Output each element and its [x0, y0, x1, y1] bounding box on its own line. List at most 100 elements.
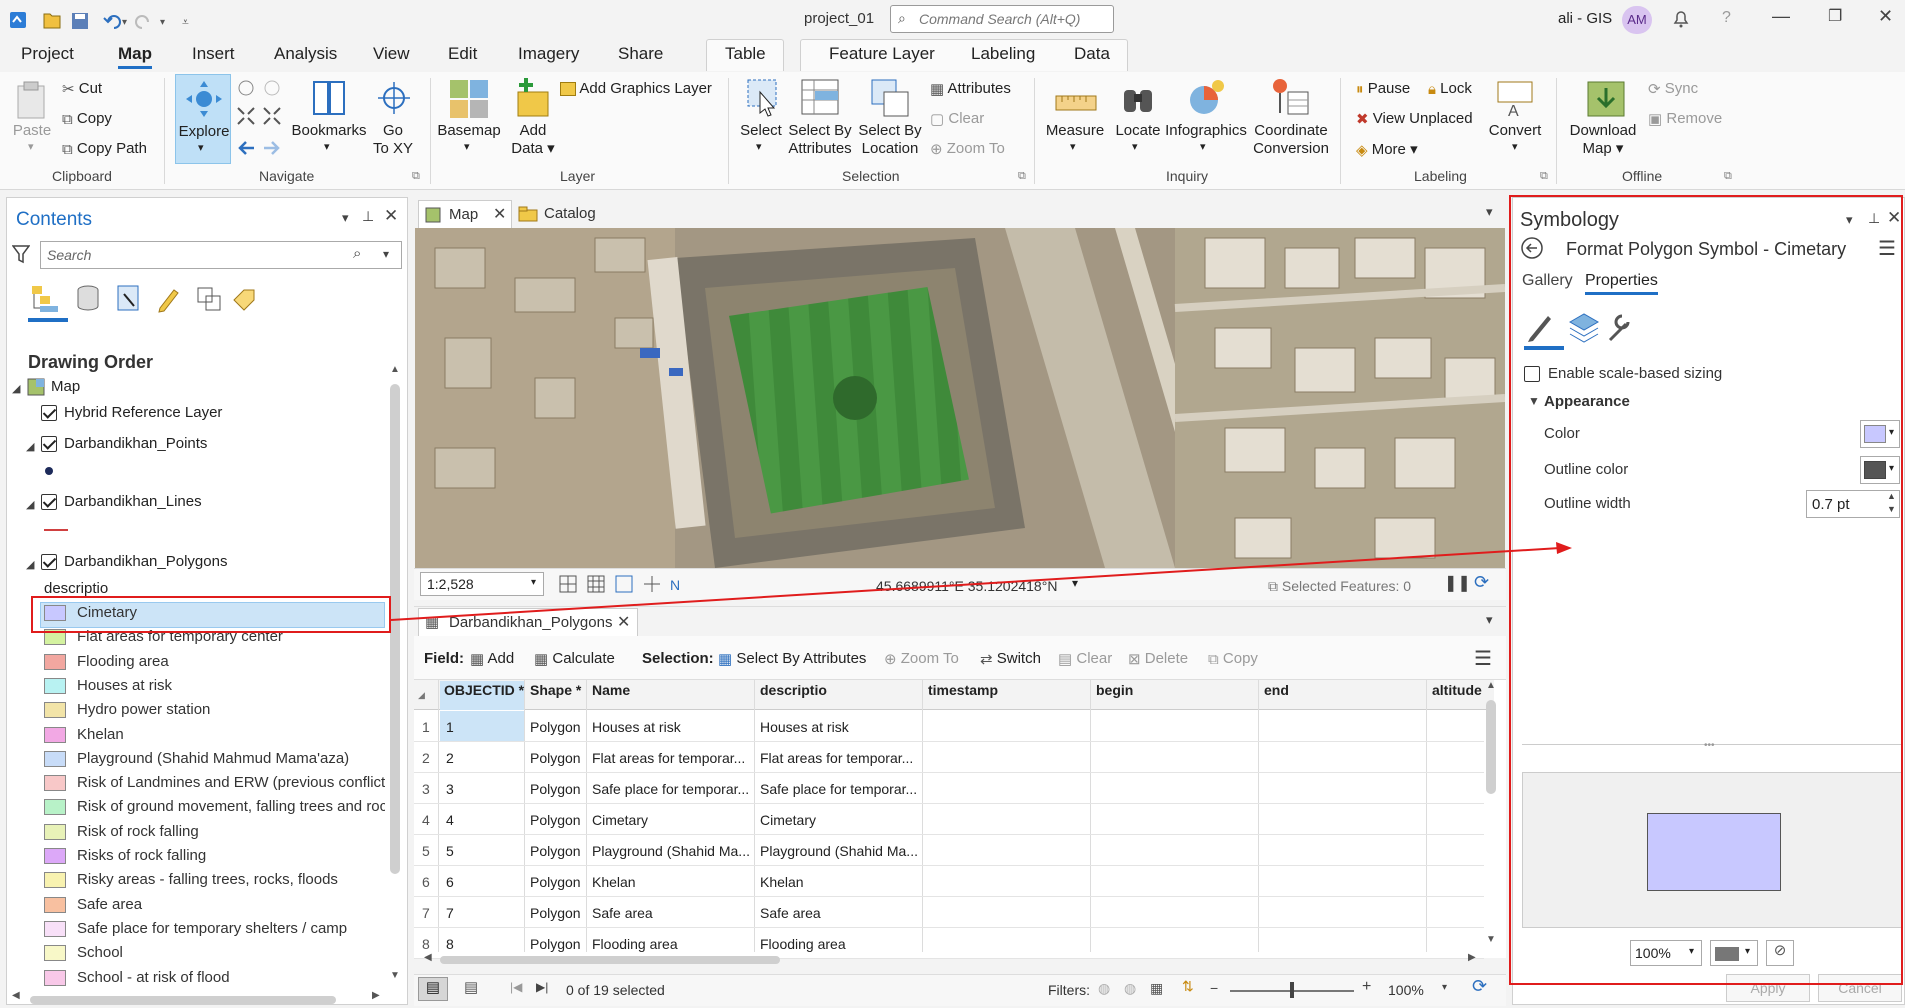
cell-shape[interactable]: Polygon: [530, 719, 581, 735]
tab-view[interactable]: View: [373, 44, 410, 64]
navigate-tools[interactable]: [236, 78, 286, 160]
legend-item-label[interactable]: Houses at risk: [77, 677, 385, 694]
row-number[interactable]: 8: [422, 936, 430, 952]
close-window-icon[interactable]: ✕: [1878, 6, 1893, 27]
header-objectid[interactable]: OBJECTID *: [444, 682, 524, 698]
contents-horizontal-scrollbar[interactable]: [30, 996, 336, 1004]
lines-layer-label[interactable]: Darbandikhan_Lines: [64, 493, 202, 510]
table-zoom-dropdown-icon[interactable]: ▾: [1442, 982, 1447, 993]
cell-objectid[interactable]: 7: [446, 905, 454, 921]
select-dropdown-icon[interactable]: ▾: [756, 140, 762, 153]
cell-name[interactable]: Safe place for temporar...: [592, 781, 750, 797]
remove-offline-button[interactable]: ▣ Remove: [1648, 110, 1722, 128]
legend-swatch[interactable]: [44, 969, 66, 986]
legend-swatch[interactable]: [44, 677, 66, 694]
scroll-up-icon[interactable]: ▲: [390, 364, 400, 375]
zoom-in-icon[interactable]: +: [1362, 978, 1371, 996]
pin-icon[interactable]: ⊥: [362, 208, 374, 225]
cell-shape[interactable]: Polygon: [530, 874, 581, 890]
points-layer-checkbox[interactable]: [41, 436, 57, 452]
cell-descriptio[interactable]: Flooding area: [760, 936, 918, 952]
cell-descriptio[interactable]: Cimetary: [760, 812, 918, 828]
legend-swatch[interactable]: [44, 848, 66, 864]
attributes-button[interactable]: ▦ Attributes: [930, 80, 1011, 98]
cut-button[interactable]: ✂ Cut: [62, 80, 102, 98]
table-zoom-slider-thumb[interactable]: [1290, 982, 1294, 998]
tab-table[interactable]: Table: [725, 44, 766, 64]
search-icon[interactable]: ⌕: [353, 245, 361, 262]
close-table-tab-icon[interactable]: ✕: [617, 612, 630, 632]
table-zoom-to-button[interactable]: ⊕ Zoom To: [884, 650, 959, 668]
cell-shape[interactable]: Polygon: [530, 781, 581, 797]
table-select-by-attributes-button[interactable]: ▦ Select By Attributes: [718, 650, 866, 668]
cell-shape[interactable]: Polygon: [530, 936, 581, 952]
scroll-right-icon[interactable]: ▶: [372, 990, 380, 1001]
convert-button[interactable]: Convert: [1482, 122, 1548, 140]
legend-item-label[interactable]: Flooding area: [77, 653, 385, 670]
filter-icon[interactable]: [12, 244, 30, 264]
header-name[interactable]: Name: [592, 682, 630, 698]
table-copy-button[interactable]: ⧉ Copy: [1208, 650, 1258, 668]
lock-labels-button[interactable]: 🔒︎ Lock: [1428, 80, 1472, 98]
legend-item-label[interactable]: Risk of ground movement, falling trees a…: [77, 798, 385, 815]
search-options-chevron-icon[interactable]: ▾: [383, 247, 389, 261]
legend-item-label[interactable]: Safe place for temporary shelters / camp: [77, 920, 385, 937]
cell-name[interactable]: Flat areas for temporar...: [592, 750, 750, 766]
cell-descriptio[interactable]: Playground (Shahid Ma...: [760, 843, 918, 859]
cell-name[interactable]: Flooding area: [592, 936, 750, 952]
restore-icon[interactable]: ❐: [1828, 6, 1842, 26]
contents-search-input[interactable]: Search ⌕ ▾: [40, 241, 402, 269]
map-expand-icon[interactable]: ◢: [12, 382, 20, 395]
legend-swatch[interactable]: [44, 750, 66, 767]
refresh-table-icon[interactable]: ⟳: [1472, 976, 1487, 997]
cell-name[interactable]: Cimetary: [592, 812, 750, 828]
pause-labeling-button[interactable]: ⏸ Pause: [1356, 80, 1410, 98]
legend-swatch[interactable]: [44, 702, 66, 719]
cell-descriptio[interactable]: Khelan: [760, 874, 918, 890]
add-field-button[interactable]: ▦ Add: [470, 650, 514, 668]
table-vertical-scrollbar[interactable]: [1486, 700, 1496, 794]
more-labeling-button[interactable]: ◈ More ▾: [1356, 140, 1418, 159]
tab-data[interactable]: Data: [1074, 44, 1110, 64]
row-number[interactable]: 3: [422, 781, 430, 797]
tab-edit[interactable]: Edit: [448, 44, 477, 64]
go-to-xy-button[interactable]: Go To XY: [370, 122, 416, 158]
cell-objectid[interactable]: 4: [446, 812, 454, 828]
tab-insert[interactable]: Insert: [192, 44, 235, 64]
download-map-button[interactable]: Download Map ▾: [1562, 122, 1644, 158]
filter-sort-icon[interactable]: ⇅: [1182, 978, 1194, 995]
hybrid-reference-checkbox[interactable]: [41, 405, 57, 421]
convert-dropdown-icon[interactable]: ▾: [1512, 140, 1518, 153]
explore-button[interactable]: Explore ▾: [175, 74, 231, 164]
catalog-view-tab[interactable]: Catalog: [518, 202, 618, 228]
tab-share[interactable]: Share: [618, 44, 663, 64]
add-graphics-layer-button[interactable]: Add Graphics Layer: [560, 80, 712, 97]
map-status-tools[interactable]: N: [558, 573, 698, 595]
close-contents-icon[interactable]: ✕: [384, 206, 398, 226]
bookmarks-dropdown-icon[interactable]: ▾: [324, 140, 330, 153]
tab-analysis[interactable]: Analysis: [274, 44, 337, 64]
legend-item-label[interactable]: Safe area: [77, 896, 385, 913]
help-icon[interactable]: ?: [1722, 9, 1731, 27]
tab-map[interactable]: Map: [118, 44, 152, 69]
minimize-icon[interactable]: —: [1772, 6, 1790, 27]
row-number[interactable]: 4: [422, 812, 430, 828]
cell-objectid[interactable]: 5: [446, 843, 454, 859]
cell-name[interactable]: Playground (Shahid Ma...: [592, 843, 750, 859]
points-expand-icon[interactable]: ◢: [26, 440, 34, 453]
show-all-records-icon[interactable]: ▤: [418, 977, 448, 1001]
table-scroll-right-icon[interactable]: ▶: [1468, 952, 1476, 963]
filter-definition-icon[interactable]: ▦: [1150, 980, 1163, 997]
infographics-dropdown-icon[interactable]: ▾: [1200, 140, 1206, 153]
cell-descriptio[interactable]: Flat areas for temporar...: [760, 750, 918, 766]
selection-launcher-icon[interactable]: ⧉: [1018, 170, 1026, 183]
map-layer-label[interactable]: Map: [51, 378, 80, 395]
table-scroll-down-icon[interactable]: ▼: [1486, 934, 1496, 945]
bookmarks-button[interactable]: Bookmarks: [290, 122, 368, 140]
table-horizontal-scrollbar[interactable]: [440, 956, 780, 964]
offline-launcher-icon[interactable]: ⧉: [1724, 170, 1732, 183]
cell-objectid[interactable]: 8: [446, 936, 454, 952]
polygons-expand-icon[interactable]: ◢: [26, 558, 34, 571]
cell-descriptio[interactable]: Houses at risk: [760, 719, 918, 735]
paste-button[interactable]: Paste: [12, 122, 52, 140]
